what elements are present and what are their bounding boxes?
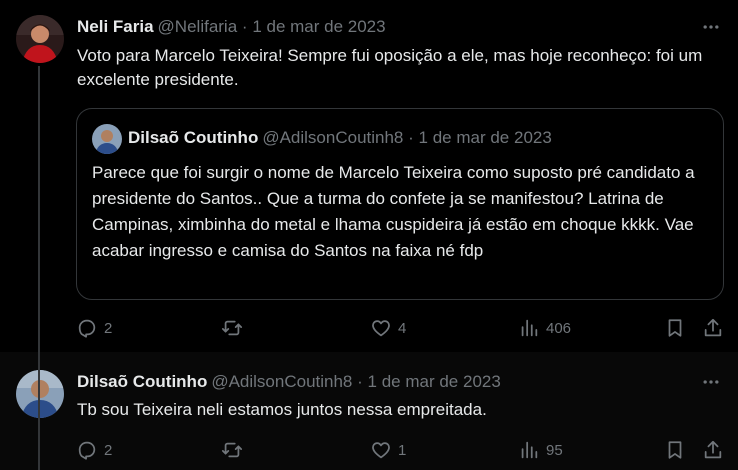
tweet-date[interactable]: 1 de mar de 2023	[368, 372, 501, 391]
author-name[interactable]: Dilsaõ Coutinho	[77, 372, 207, 391]
author-handle[interactable]: @AdilsonCoutinh8	[211, 372, 352, 391]
tweet-header: Dilsaõ Coutinho @AdilsonCoutinh8 · 1 de m…	[77, 371, 501, 393]
heart-icon	[372, 442, 390, 459]
reply-icon	[78, 441, 96, 460]
reply-icon	[78, 319, 96, 338]
bookmark-icon	[668, 319, 682, 337]
separator-dot: ·	[357, 372, 363, 391]
quoted-author-handle: @AdilsonCoutinh8	[262, 128, 404, 147]
view-count: 406	[546, 319, 572, 337]
bookmark-button[interactable]	[664, 438, 686, 462]
retweet-icon	[221, 320, 243, 336]
reply-count: 2	[104, 441, 113, 459]
tweet-date[interactable]: 1 de mar de 2023	[252, 17, 385, 36]
avatar-photo-dilsao	[92, 124, 122, 154]
share-button[interactable]	[702, 316, 724, 340]
reply-count: 2	[104, 319, 113, 337]
quoted-tweet[interactable]: Dilsaõ Coutinho @AdilsonCoutinh8 · 1 de m…	[76, 108, 724, 300]
more-options-button[interactable]	[700, 17, 722, 37]
share-icon	[704, 318, 722, 337]
views-button[interactable]: 406	[518, 316, 571, 340]
like-button[interactable]: 1	[370, 438, 406, 462]
share-icon	[704, 440, 722, 459]
quoted-date: 1 de mar de 2023	[418, 128, 552, 147]
tweet-header: Neli Faria @Nelifaria · 1 de mar de 2023	[77, 16, 386, 38]
avatar-photo-neli	[16, 15, 64, 63]
retweet-button[interactable]	[221, 316, 249, 340]
heart-icon	[372, 320, 390, 337]
separator-dot: ·	[241, 17, 248, 36]
quoted-author-name: Dilsaõ Coutinho	[128, 128, 259, 147]
views-chart-icon	[521, 319, 538, 337]
reply-button[interactable]: 2	[76, 316, 112, 340]
avatar[interactable]	[16, 15, 64, 63]
author-handle[interactable]: @Nelifaria	[158, 17, 238, 36]
more-horizontal-icon	[703, 25, 719, 29]
tweet-text: Voto para Marcelo Teixeira! Sempre fui o…	[77, 46, 703, 89]
avatar-photo-dilsao	[16, 370, 64, 418]
like-count: 4	[398, 319, 407, 337]
quoted-text: Parece que foi surgir o nome de Marcelo …	[92, 163, 695, 260]
like-button[interactable]: 4	[370, 316, 406, 340]
tweet-neli-faria[interactable]: Neli Faria @Nelifaria · 1 de mar de 2023 …	[0, 0, 738, 352]
share-button[interactable]	[702, 438, 724, 462]
action-bar: 2 4 406	[76, 316, 726, 340]
tweet-text: Tb sou Teixeira neli estamos juntos ness…	[77, 400, 487, 419]
thread-connector-line	[38, 66, 40, 470]
quoted-avatar	[92, 124, 122, 154]
quoted-header: Dilsaõ Coutinho @AdilsonCoutinh8 · 1 de m…	[128, 127, 552, 149]
more-horizontal-icon	[703, 380, 719, 384]
views-chart-icon	[521, 441, 538, 459]
view-count: 95	[546, 441, 563, 459]
reply-button[interactable]: 2	[76, 438, 112, 462]
bookmark-button[interactable]	[664, 316, 686, 340]
avatar[interactable]	[16, 370, 64, 418]
author-name[interactable]: Neli Faria	[77, 17, 154, 36]
views-button[interactable]: 95	[518, 438, 563, 462]
more-options-button[interactable]	[700, 372, 722, 392]
like-count: 1	[398, 441, 407, 459]
bookmark-icon	[668, 441, 682, 459]
action-bar: 2 1 95	[76, 438, 726, 462]
separator-dot: ·	[408, 128, 414, 147]
tweet-dilsao-coutinho[interactable]: Dilsaõ Coutinho @AdilsonCoutinh8 · 1 de m…	[0, 352, 738, 470]
retweet-button[interactable]	[221, 438, 249, 462]
retweet-icon	[221, 442, 243, 458]
